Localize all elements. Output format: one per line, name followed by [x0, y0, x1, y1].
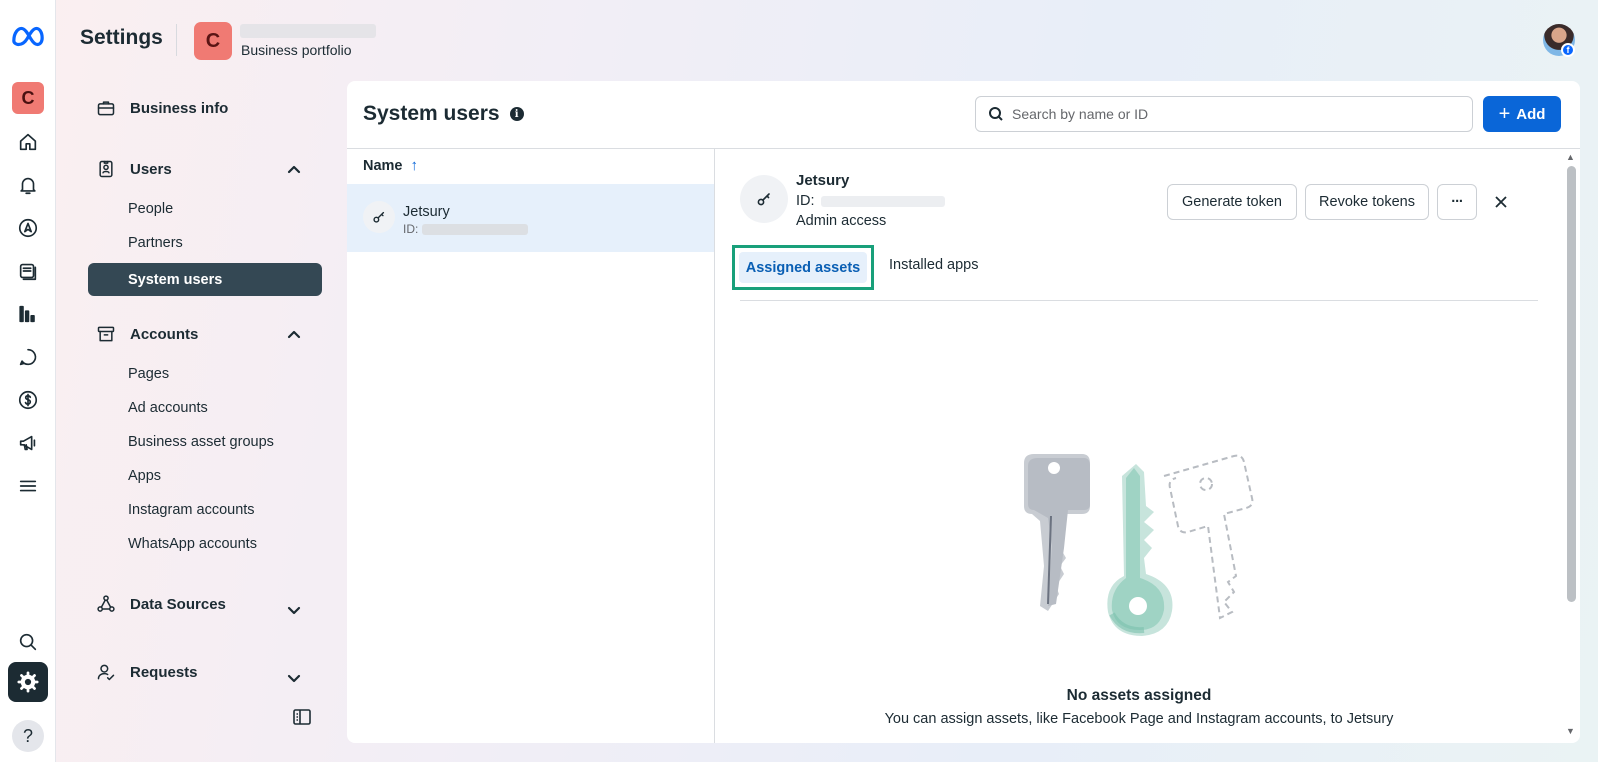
business-portfolio-label[interactable]: Business portfolio: [241, 42, 352, 58]
sidebar-item-pages[interactable]: Pages: [128, 366, 169, 382]
system-users-panel: System users i + Add Name ↑ Jetsury ID:: [347, 81, 1580, 743]
info-icon[interactable]: i: [509, 107, 524, 121]
insights-icon[interactable]: [8, 294, 48, 334]
dollar-icon[interactable]: [8, 380, 48, 420]
close-icon[interactable]: [1491, 192, 1511, 212]
business-portfolio-initial: C: [205, 29, 221, 52]
search-input[interactable]: [1012, 106, 1452, 122]
panel-title: System users i: [363, 102, 524, 126]
sidebar-item-whatsapp-accounts[interactable]: WhatsApp accounts: [128, 536, 257, 552]
sidebar-item-apps[interactable]: Apps: [128, 468, 161, 484]
data-sources-icon: [97, 595, 115, 612]
help-icon[interactable]: ?: [12, 720, 44, 752]
business-avatar-initial: C: [21, 87, 35, 108]
info-glyph: i: [514, 108, 519, 120]
home-icon[interactable]: [8, 122, 48, 162]
key-icon: [363, 201, 395, 233]
settings-gear-icon[interactable]: [8, 662, 48, 702]
list-item[interactable]: Jetsury ID:: [347, 184, 714, 252]
collapse-sidebar-icon[interactable]: [292, 707, 312, 727]
sidebar-item-ad-accounts[interactable]: Ad accounts: [128, 400, 208, 416]
chevron-down-icon[interactable]: [286, 670, 302, 686]
chevron-up-icon[interactable]: [286, 327, 302, 343]
system-users-list: Name ↑ Jetsury ID:: [347, 149, 715, 743]
help-glyph: ?: [22, 725, 33, 746]
id-redacted: [820, 195, 945, 207]
sidebar-users-label: Users: [130, 160, 172, 178]
sidebar-data-sources[interactable]: Data Sources: [96, 594, 226, 614]
detail-id-label: ID:: [796, 193, 815, 209]
grey-key-illustration: [1024, 454, 1090, 611]
list-item-id-label: ID:: [403, 222, 419, 236]
meta-logo-icon[interactable]: [8, 16, 48, 56]
id-redacted: [422, 223, 529, 235]
teal-key-illustration: [1107, 464, 1173, 636]
business-name-redacted: [240, 24, 376, 38]
detail-id: ID:: [796, 193, 945, 209]
sidebar-business-info[interactable]: Business info: [96, 98, 228, 118]
more-options-button[interactable]: ···: [1437, 184, 1477, 220]
name-column-header[interactable]: Name ↑: [363, 157, 418, 174]
sidebar-users[interactable]: Users: [96, 159, 172, 179]
revoke-tokens-button[interactable]: Revoke tokens: [1305, 184, 1429, 220]
tab-assigned-assets[interactable]: Assigned assets: [732, 245, 874, 290]
list-item-name: Jetsury: [403, 204, 450, 220]
sidebar-requests-label: Requests: [130, 663, 198, 681]
sidebar-item-system-users[interactable]: System users: [88, 263, 322, 296]
sidebar-requests[interactable]: Requests: [96, 662, 198, 682]
name-column-label: Name: [363, 157, 403, 174]
search-icon[interactable]: [8, 622, 48, 662]
generate-token-button[interactable]: Generate token: [1167, 184, 1297, 220]
empty-state-description: You can assign assets, like Facebook Pag…: [884, 711, 1394, 727]
person-check-icon: [97, 664, 115, 681]
tab-installed-apps[interactable]: Installed apps: [889, 257, 978, 273]
briefcase-icon: [97, 101, 115, 116]
left-rail: C ?: [0, 0, 56, 762]
page-title: Settings: [80, 26, 163, 49]
dashed-key-illustration: [1163, 454, 1254, 620]
scroll-thumb[interactable]: [1567, 166, 1576, 602]
add-button-label: Add: [1516, 105, 1546, 123]
list-item-id: ID:: [403, 222, 529, 236]
sidebar-item-instagram-accounts[interactable]: Instagram accounts: [128, 502, 255, 518]
panel-title-text: System users: [363, 102, 500, 125]
sidebar-item-business-asset-groups[interactable]: Business asset groups: [128, 434, 274, 450]
tab-assigned-assets-label: Assigned assets: [739, 252, 867, 283]
header-divider: [176, 24, 177, 56]
megaphone-icon[interactable]: [8, 423, 48, 463]
scroll-up-arrow[interactable]: ▲: [1566, 152, 1575, 162]
key-icon: [740, 175, 788, 223]
sidebar-data-sources-label: Data Sources: [130, 595, 226, 613]
plus-icon: +: [1498, 103, 1511, 125]
detail-scrollbar[interactable]: ▲ ▼: [1563, 149, 1580, 743]
system-user-detail: Jetsury ID: Admin access Generate token …: [716, 149, 1562, 743]
chevron-down-icon[interactable]: [286, 602, 302, 618]
user-badge-icon: [99, 160, 113, 178]
empty-state-title: No assets assigned: [1066, 687, 1212, 704]
chat-icon[interactable]: [8, 337, 48, 377]
add-button[interactable]: + Add: [1483, 96, 1561, 132]
keys-illustration: [1024, 454, 1254, 636]
search-icon: [989, 107, 1003, 121]
sidebar-item-people[interactable]: People: [128, 201, 173, 217]
tabs-divider: [740, 300, 1538, 301]
access-level: Admin access: [796, 213, 887, 229]
facebook-badge-icon: f: [1561, 43, 1575, 57]
scroll-down-arrow[interactable]: ▼: [1566, 726, 1575, 736]
chevron-up-icon[interactable]: [286, 162, 302, 178]
sort-ascending-icon: ↑: [410, 157, 419, 174]
menu-icon[interactable]: [8, 466, 48, 506]
sidebar-accounts[interactable]: Accounts: [96, 324, 198, 344]
sidebar-item-partners[interactable]: Partners: [128, 235, 183, 251]
compass-icon[interactable]: [8, 208, 48, 248]
archive-box-icon: [97, 326, 115, 342]
bell-icon[interactable]: [8, 165, 48, 205]
sidebar-accounts-label: Accounts: [130, 325, 199, 343]
sidebar-business-info-label: Business info: [130, 99, 229, 117]
detail-name: Jetsury: [796, 172, 850, 189]
business-portfolio-avatar[interactable]: C: [194, 22, 232, 60]
search-field[interactable]: [975, 96, 1473, 132]
content-icon[interactable]: [8, 251, 48, 291]
business-avatar[interactable]: C: [12, 82, 44, 114]
